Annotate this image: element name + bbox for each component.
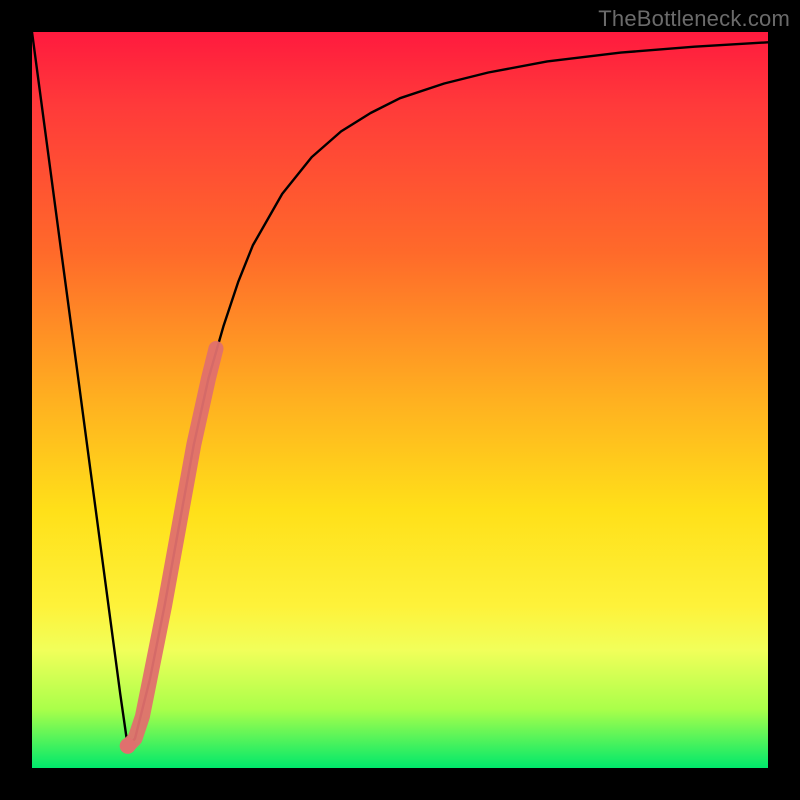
chart-frame: TheBottleneck.com xyxy=(0,0,800,800)
chart-svg xyxy=(32,32,768,768)
bottleneck-curve xyxy=(32,32,768,746)
plot-area xyxy=(32,32,768,768)
recommended-range-highlight xyxy=(128,349,216,746)
watermark-text: TheBottleneck.com xyxy=(598,6,790,32)
optimum-point-dot xyxy=(120,738,136,754)
